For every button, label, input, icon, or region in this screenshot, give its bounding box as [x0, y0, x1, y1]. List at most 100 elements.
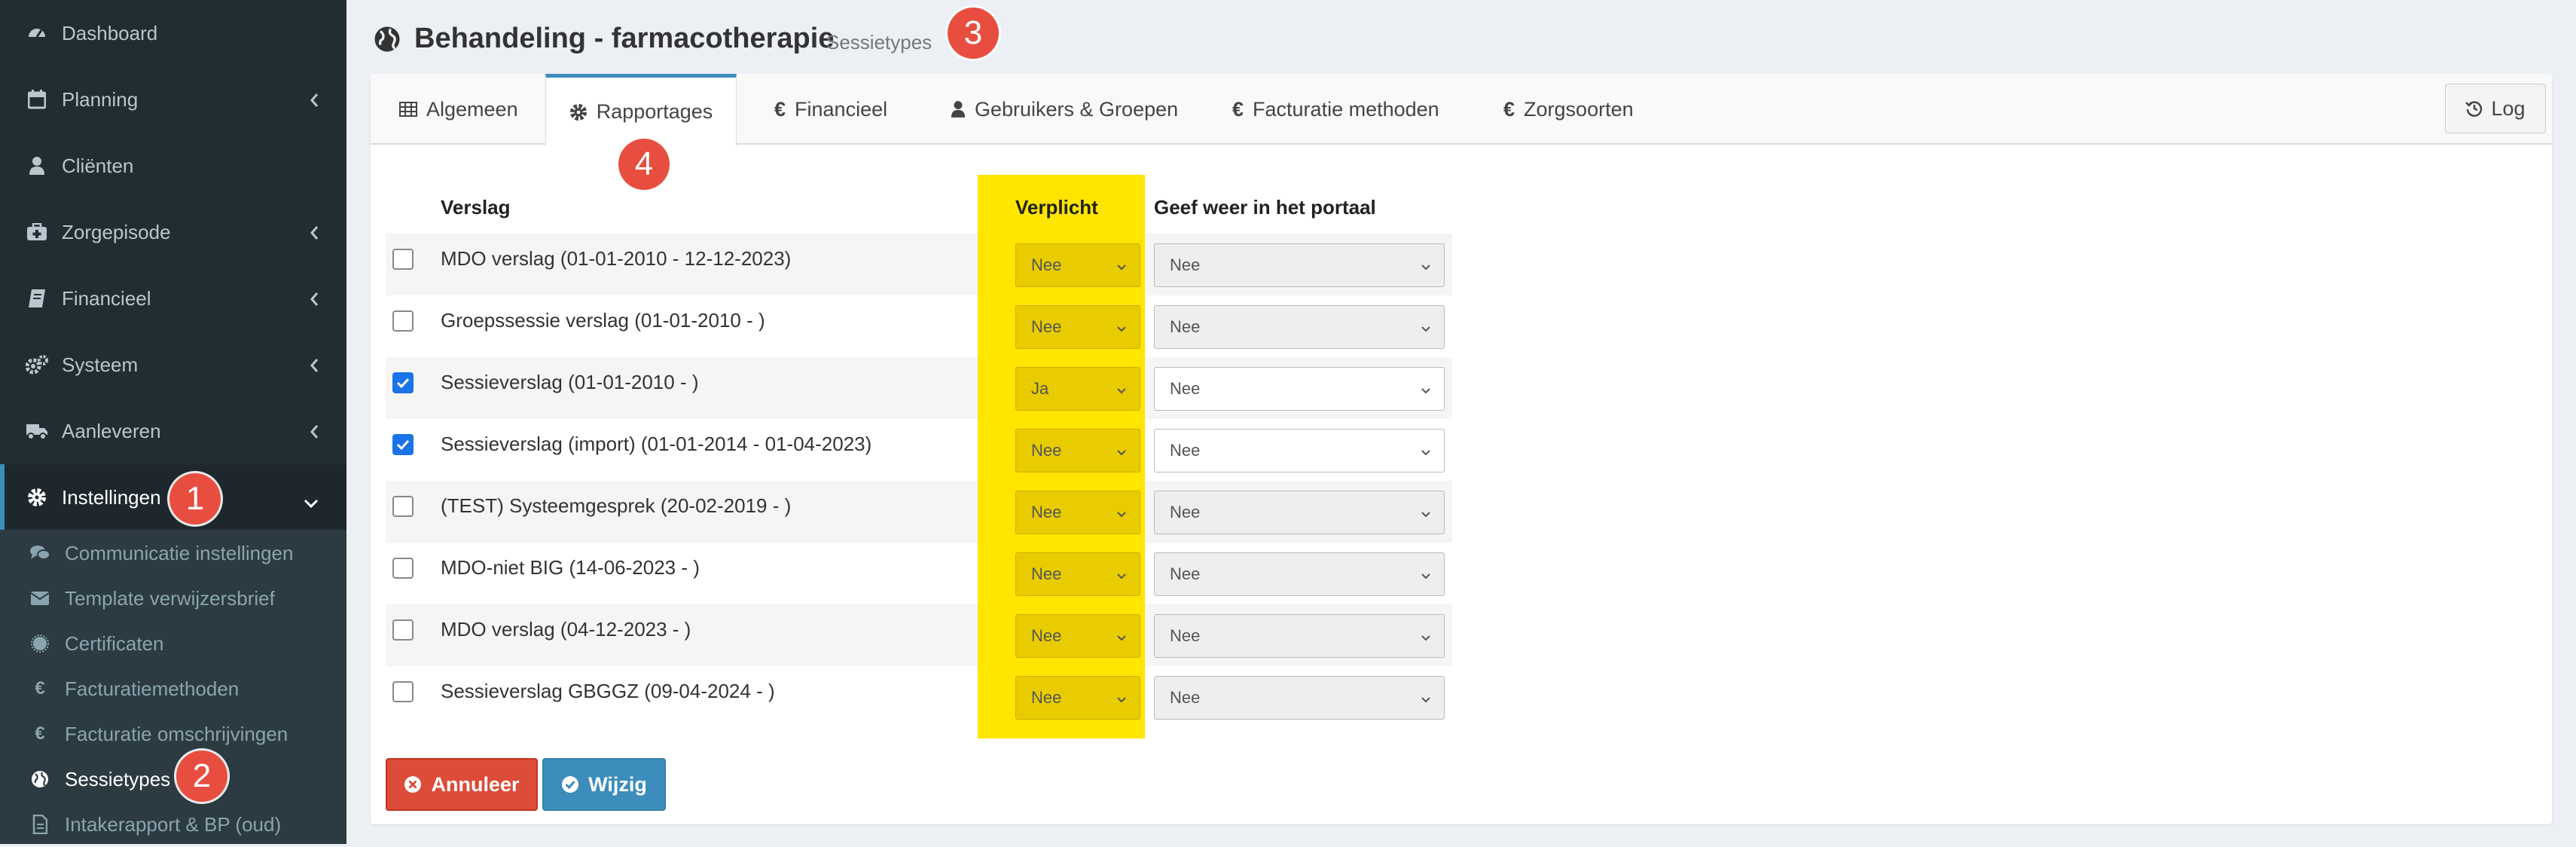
required-select[interactable]: Nee: [1015, 676, 1140, 720]
sidebar-item-label: Systeem: [62, 353, 139, 376]
row-checkbox[interactable]: [392, 434, 414, 455]
comments-icon: [29, 544, 51, 562]
user-icon: [951, 100, 966, 118]
sidebar-item-dashboard[interactable]: Dashboard: [0, 0, 346, 66]
sidebar-item-clienten[interactable]: Cliënten: [0, 133, 346, 199]
sidebar-item-systeem[interactable]: Systeem: [0, 332, 346, 398]
annotation-badge-2: 2: [176, 751, 227, 802]
submenu-item-communicatie-instellingen[interactable]: Communicatie instellingen: [0, 531, 346, 576]
euro-icon: €: [1232, 97, 1244, 121]
chevron-down-icon: [1420, 629, 1432, 649]
book-icon: [26, 289, 48, 308]
tab-facturatie-methoden[interactable]: € Facturatie methoden: [1232, 74, 1439, 145]
portal-select[interactable]: Nee: [1154, 676, 1445, 720]
required-select[interactable]: Nee: [1015, 305, 1140, 349]
sidebar-item-label: Planning: [62, 87, 139, 111]
cogs-icon: [26, 355, 48, 375]
report-name: (TEST) Systeemgesprek (20-02-2019 - ): [441, 494, 792, 517]
tab-rapportages[interactable]: Rapportages: [545, 74, 737, 146]
tab-financieel[interactable]: € Financieel: [774, 74, 887, 145]
portal-select[interactable]: Nee: [1154, 243, 1445, 287]
sidebar-item-zorgepisode[interactable]: Zorgepisode: [0, 199, 346, 265]
chevron-down-icon: [303, 491, 319, 514]
save-button[interactable]: Wijzig: [542, 758, 666, 811]
tab-zorgsoorten[interactable]: € Zorgsoorten: [1503, 74, 1634, 145]
instellingen-submenu: Communicatie instellingen Template verwi…: [0, 530, 346, 844]
report-name: MDO verslag (04-12-2023 - ): [441, 618, 691, 641]
dashboard-icon: [26, 23, 48, 43]
submenu-item-label: Certificaten: [65, 631, 164, 655]
report-name: MDO verslag (01-01-2010 - 12-12-2023): [441, 247, 792, 270]
required-select[interactable]: Nee: [1015, 491, 1140, 534]
checkmark-icon: [396, 378, 410, 389]
tab-label: Facturatie methoden: [1253, 97, 1439, 121]
row-checkbox[interactable]: [392, 619, 414, 641]
sidebar-item-label: Zorgepisode: [62, 220, 171, 243]
chevron-down-icon: [1420, 382, 1432, 402]
sidebar-item-financieel[interactable]: Financieel: [0, 265, 346, 332]
sidebar: Dashboard Planning Cliënten Zorgepisode …: [0, 0, 346, 844]
portal-select[interactable]: Nee: [1154, 305, 1445, 349]
select-value: Nee: [1170, 688, 1201, 707]
select-value: Nee: [1031, 255, 1062, 274]
select-value: Nee: [1170, 255, 1201, 274]
log-button-label: Log: [2491, 96, 2526, 120]
column-header-verslag: Verslag: [441, 196, 511, 219]
cancel-button[interactable]: Annuleer: [386, 758, 538, 811]
sidebar-item-label: Aanleveren: [62, 419, 161, 442]
portal-select[interactable]: Nee: [1154, 614, 1445, 658]
portal-select[interactable]: Nee: [1154, 552, 1445, 596]
euro-icon: €: [1503, 97, 1515, 121]
chevron-left-icon: [309, 356, 319, 379]
chevron-down-icon: [1420, 320, 1432, 340]
submenu-item-sessietypes[interactable]: Sessietypes: [0, 757, 346, 802]
sidebar-item-label: Financieel: [62, 286, 151, 310]
row-checkbox[interactable]: [392, 496, 414, 517]
submenu-item-label: Facturatiemethoden: [65, 677, 240, 700]
sidebar-item-aanleveren[interactable]: Aanleveren: [0, 398, 346, 464]
row-checkbox[interactable]: [392, 681, 414, 702]
submenu-item-template-verwijzersbrief[interactable]: Template verwijzersbrief: [0, 576, 346, 621]
select-value: Nee: [1170, 503, 1201, 521]
check-circle-icon: [561, 775, 579, 793]
chevron-left-icon: [309, 422, 319, 445]
portal-select[interactable]: Nee: [1154, 367, 1445, 411]
submenu-item-certificaten[interactable]: Certificaten: [0, 621, 346, 666]
required-select[interactable]: Nee: [1015, 243, 1140, 287]
chevron-down-icon: [1116, 444, 1128, 463]
sidebar-item-label: Dashboard: [62, 21, 158, 44]
row-checkbox[interactable]: [392, 372, 414, 393]
required-select[interactable]: Nee: [1015, 429, 1140, 472]
portal-select[interactable]: Nee: [1154, 429, 1445, 472]
tab-label: Gebruikers & Groepen: [975, 97, 1179, 121]
chevron-down-icon: [1116, 258, 1128, 278]
page-subtitle: Sessietypes: [826, 31, 932, 54]
chevron-down-icon: [1116, 506, 1128, 525]
tab-algemeen[interactable]: Algemeen: [399, 74, 518, 145]
chevron-down-icon: [1116, 382, 1128, 402]
certificate-icon: [29, 634, 51, 653]
chevron-down-icon: [1420, 506, 1432, 525]
chevron-down-icon: [1116, 320, 1128, 340]
tab-gebruikers-groepen[interactable]: Gebruikers & Groepen: [951, 74, 1178, 145]
row-checkbox[interactable]: [392, 249, 414, 270]
required-select[interactable]: Nee: [1015, 614, 1140, 658]
medkit-icon: [26, 223, 48, 241]
portal-select[interactable]: Nee: [1154, 491, 1445, 534]
chevron-left-icon: [309, 289, 319, 313]
log-button[interactable]: Log: [2445, 84, 2546, 133]
submenu-item-intakerapport[interactable]: Intakerapport & BP (oud): [0, 802, 346, 847]
globe-icon: [374, 26, 401, 57]
required-select[interactable]: Nee: [1015, 552, 1140, 596]
select-value: Nee: [1170, 564, 1201, 583]
submenu-item-facturatiemethoden[interactable]: € Facturatiemethoden: [0, 666, 346, 711]
gear-icon: [26, 488, 48, 507]
sidebar-item-planning[interactable]: Planning: [0, 66, 346, 133]
chevron-down-icon: [1420, 444, 1432, 463]
required-select[interactable]: Ja: [1015, 367, 1140, 411]
chevron-down-icon: [1116, 691, 1128, 711]
row-checkbox[interactable]: [392, 310, 414, 332]
submenu-item-label: Template verwijzersbrief: [65, 586, 275, 610]
submenu-item-facturatie-omschrijvingen[interactable]: € Facturatie omschrijvingen: [0, 711, 346, 757]
row-checkbox[interactable]: [392, 558, 414, 579]
